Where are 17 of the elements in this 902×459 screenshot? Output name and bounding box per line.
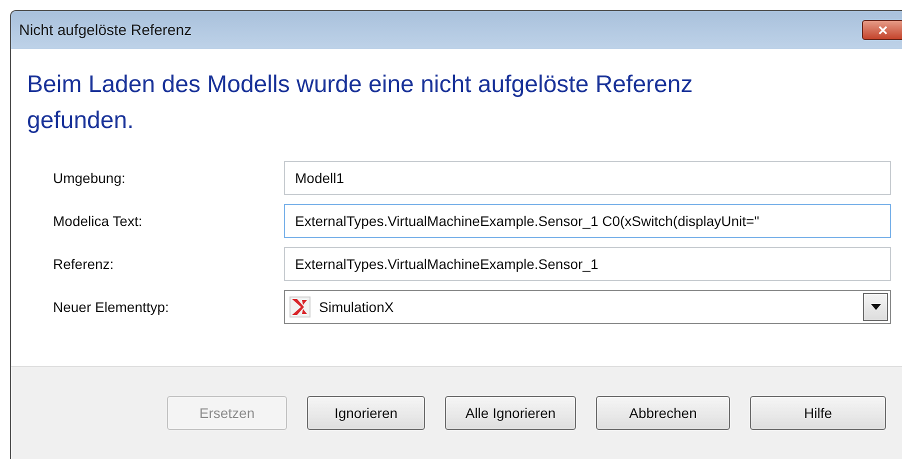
element-type-dropdown[interactable]: SimulationX — [284, 290, 891, 324]
dropdown-arrow-button[interactable] — [863, 293, 888, 321]
field-label: Referenz: — [53, 256, 115, 272]
text-field[interactable]: Modell1 — [284, 161, 891, 195]
dialog-button[interactable]: Alle Ignorieren — [445, 396, 576, 430]
field-label: Modelica Text: — [53, 213, 144, 229]
dialog-button[interactable]: Hilfe — [750, 396, 886, 430]
caret-icon — [870, 304, 880, 310]
logo-icon — [289, 296, 311, 318]
window-title: Nicht aufgelöste Referenz — [19, 22, 192, 38]
dialog-button[interactable]: Abbrechen — [596, 396, 730, 430]
text-field[interactable]: ExternalTypes.VirtualMachineExample.Sensor_1 C0(xSwitch(displayUnit=" — [284, 204, 891, 238]
text-field[interactable]: ExternalTypes.VirtualMachineExample.Sensor_1 — [284, 247, 891, 281]
field-label: Umgebung: — [53, 170, 126, 186]
dialog-heading: Beim Laden des Modells wurde eine nicht aufgelöste Referenz gefunden. — [27, 70, 694, 136]
dialog-button[interactable]: Ignorieren — [307, 396, 425, 430]
field-label: Neuer Elementtyp: — [53, 299, 170, 315]
